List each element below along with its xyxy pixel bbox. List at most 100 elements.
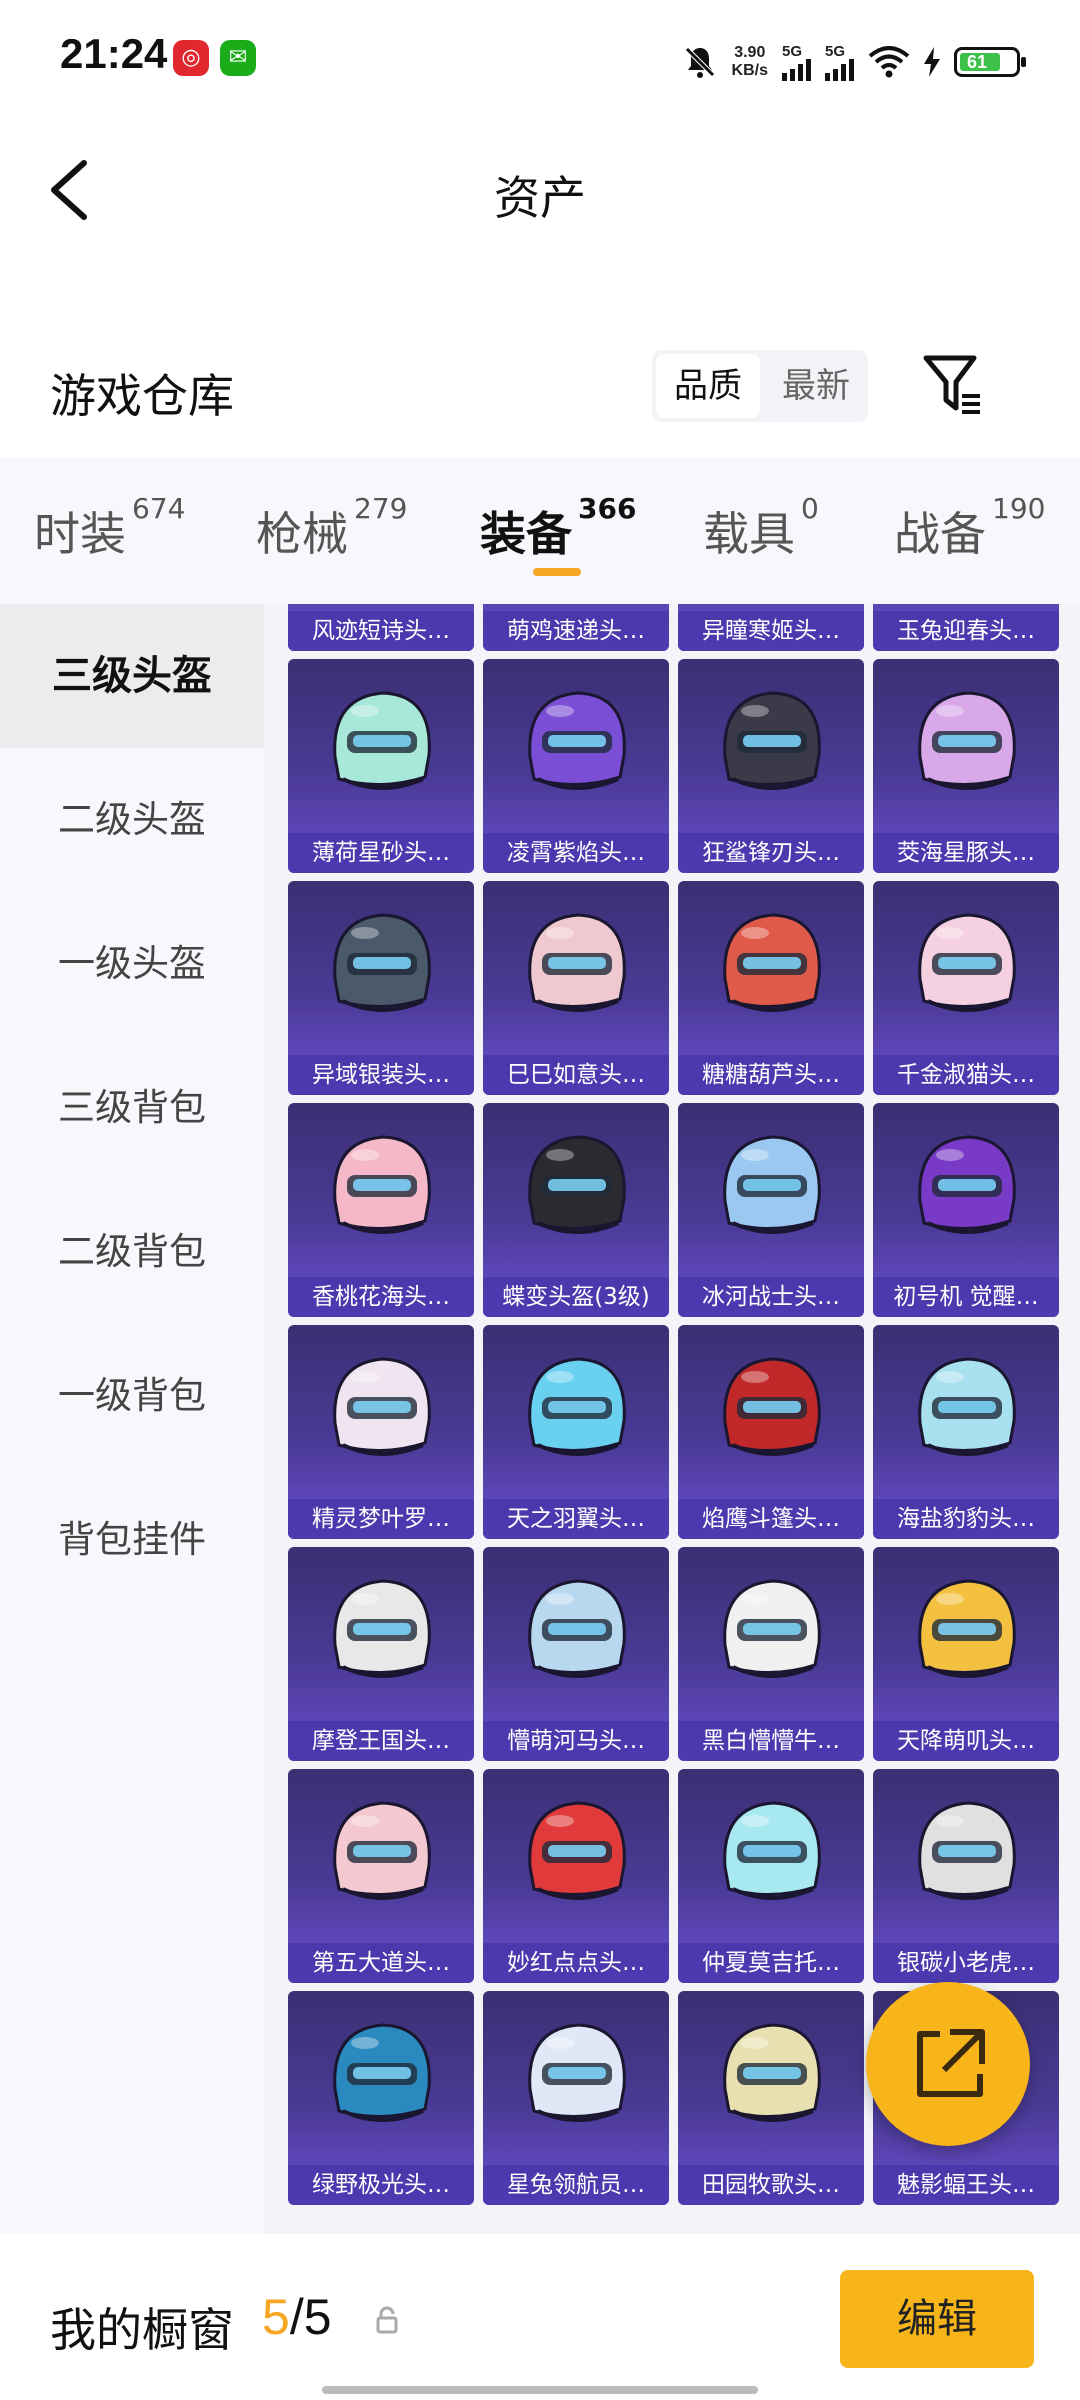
helmet-icon	[528, 913, 626, 1012]
home-indicator	[322, 2386, 758, 2394]
helmet-icon	[918, 1357, 1016, 1456]
helmet-icon	[528, 1801, 626, 1900]
mute-bell-icon	[684, 47, 715, 78]
battery-icon: 61	[954, 47, 1026, 77]
tab-count: 190	[992, 492, 1046, 525]
item-name: 异域银装头…	[288, 1055, 474, 1095]
item-card[interactable]: 茭海星豚头…	[873, 659, 1059, 873]
tab-vehicles[interactable]: 载具 0	[703, 492, 819, 564]
helmet-icon	[528, 2023, 626, 2122]
item-card[interactable]: 天之羽翼头…	[483, 1325, 669, 1539]
helmet-icon	[723, 2023, 821, 2122]
item-card[interactable]: 星兔领航员…	[483, 1991, 669, 2205]
tab-equipment[interactable]: 装备 366	[480, 492, 636, 564]
helmet-icon	[333, 691, 431, 790]
item-card[interactable]: 冰河战士头…	[678, 1103, 864, 1317]
item-card[interactable]: 摩登王国头…	[288, 1547, 474, 1761]
item-name: 海盐豹豹头…	[873, 1499, 1059, 1539]
item-card[interactable]: 糖糖葫芦头…	[678, 881, 864, 1095]
item-card[interactable]: 薄荷星砂头…	[288, 659, 474, 873]
item-card[interactable]: 懵萌河马头…	[483, 1547, 669, 1761]
helmet-icon	[333, 1135, 431, 1234]
category-tabs: 时装 674 枪械 279 装备 366 载具 0 战备 190	[0, 458, 1080, 604]
item-card[interactable]: 玉兔迎春头…	[873, 604, 1059, 651]
tab-count: 279	[354, 492, 408, 525]
sidebar-item-helmet-lv3[interactable]: 三级头盔	[0, 604, 264, 748]
item-card[interactable]: 海盐豹豹头…	[873, 1325, 1059, 1539]
page-title: 资产	[494, 171, 586, 225]
item-name: 黑白懵懵牛…	[678, 1721, 864, 1761]
sort-newest-button[interactable]: 最新	[764, 350, 868, 422]
helmet-icon	[333, 913, 431, 1012]
tab-count: 0	[801, 492, 819, 525]
sort-quality-button[interactable]: 品质	[656, 354, 760, 418]
signal-icon: 5G	[825, 44, 854, 81]
sidebar-item-backpack-lv2[interactable]: 二级背包	[0, 1180, 264, 1324]
tab-label: 装备	[480, 507, 572, 561]
item-card[interactable]: 巳巳如意头…	[483, 881, 669, 1095]
item-name: 异瞳寒姬头…	[678, 611, 864, 651]
item-card[interactable]: 风迹短诗头…	[288, 604, 474, 651]
helmet-icon	[723, 1135, 821, 1234]
item-name: 懵萌河马头…	[483, 1721, 669, 1761]
item-card[interactable]: 妙红点点头…	[483, 1769, 669, 1983]
item-name: 风迹短诗头…	[288, 611, 474, 651]
item-name: 田园牧歌头…	[678, 2165, 864, 2205]
edit-button[interactable]: 编辑	[840, 2270, 1034, 2368]
item-card[interactable]: 精灵梦叶罗…	[288, 1325, 474, 1539]
item-card[interactable]: 焰鹰斗篷头…	[678, 1325, 864, 1539]
sidebar-item-backpack-lv1[interactable]: 一级背包	[0, 1324, 264, 1468]
item-card[interactable]: 千金淑猫头…	[873, 881, 1059, 1095]
item-name: 初号机 觉醒…	[873, 1277, 1059, 1317]
item-card[interactable]: 凌霄紫焰头…	[483, 659, 669, 873]
helmet-icon	[333, 1579, 431, 1678]
battery-level: 61	[967, 52, 988, 72]
item-card[interactable]: 绿野极光头…	[288, 1991, 474, 2205]
item-card[interactable]: 仲夏莫吉托…	[678, 1769, 864, 1983]
helmet-icon	[333, 1357, 431, 1456]
item-name: 玉兔迎春头…	[873, 611, 1059, 651]
sidebar-item-backpack-lv3[interactable]: 三级背包	[0, 1036, 264, 1180]
net-speed-value: 3.90	[734, 44, 766, 61]
sidebar-item-backpack-pendant[interactable]: 背包挂件	[0, 1468, 264, 1612]
tab-fashion[interactable]: 时装 674	[34, 492, 185, 564]
clock: 21:24	[60, 30, 168, 77]
item-name: 天降萌叽头…	[873, 1721, 1059, 1761]
item-card[interactable]: 黑白懵懵牛…	[678, 1547, 864, 1761]
item-name: 星兔领航员…	[483, 2165, 669, 2205]
item-card[interactable]: 天降萌叽头…	[873, 1547, 1059, 1761]
item-name: 精灵梦叶罗…	[288, 1499, 474, 1539]
item-card[interactable]: 狂鲨锋刃头…	[678, 659, 864, 873]
sidebar: 三级头盔 二级头盔 一级头盔 三级背包 二级背包 一级背包 背包挂件	[0, 604, 264, 2234]
item-name: 魅影蝠王头…	[873, 2165, 1059, 2205]
tab-gear[interactable]: 战备 190	[894, 492, 1045, 564]
active-tab-indicator	[533, 568, 581, 576]
item-card[interactable]: 异域银装头…	[288, 881, 474, 1095]
filter-icon[interactable]	[920, 352, 986, 418]
sort-toggle: 品质 最新	[652, 350, 868, 422]
sidebar-item-helmet-lv2[interactable]: 二级头盔	[0, 748, 264, 892]
helmet-icon	[723, 1357, 821, 1456]
item-card[interactable]: 异瞳寒姬头…	[678, 604, 864, 651]
tab-firearms[interactable]: 枪械 279	[256, 492, 407, 564]
item-card[interactable]: 第五大道头…	[288, 1769, 474, 1983]
sidebar-item-helmet-lv1[interactable]: 一级头盔	[0, 892, 264, 1036]
item-card[interactable]: 银碳小老虎…	[873, 1769, 1059, 1983]
tab-label: 枪械	[256, 507, 348, 561]
net-speed-unit: KB/s	[731, 62, 768, 79]
item-card[interactable]: 蝶变头盔(3级)	[483, 1103, 669, 1317]
net-speed: 3.90 KB/s	[732, 44, 768, 80]
share-button[interactable]	[866, 1982, 1030, 2146]
item-card[interactable]: 田园牧歌头…	[678, 1991, 864, 2205]
signal-label: 5G	[782, 42, 803, 60]
helmet-icon	[723, 1801, 821, 1900]
netease-music-icon: ◎	[173, 40, 209, 76]
item-card[interactable]: 初号机 觉醒…	[873, 1103, 1059, 1317]
item-name: 妙红点点头…	[483, 1943, 669, 1983]
helmet-icon	[918, 1801, 1016, 1900]
item-card[interactable]: 香桃花海头…	[288, 1103, 474, 1317]
wechat-icon: ✉	[220, 40, 256, 76]
item-card[interactable]: 萌鸡速递头…	[483, 604, 669, 651]
helmet-icon	[528, 1579, 626, 1678]
charging-icon	[924, 47, 940, 77]
